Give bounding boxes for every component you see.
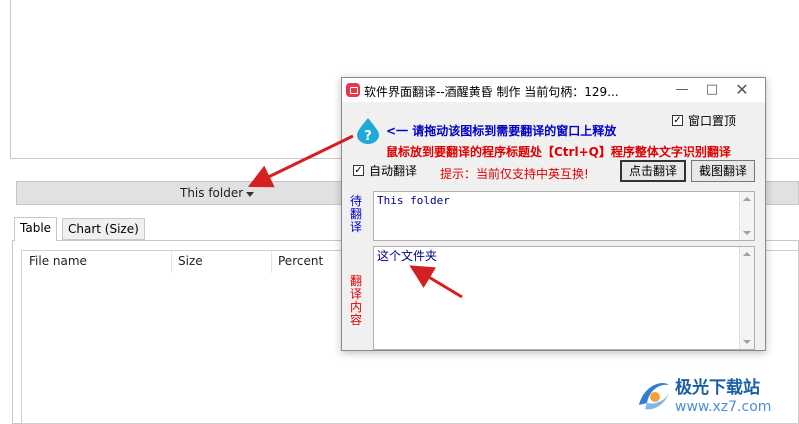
- language-tip: 提示：当前仅支持中英互换!: [440, 167, 589, 181]
- result-text-area[interactable]: 这个文件夹: [373, 246, 755, 350]
- tab-chart-size[interactable]: Chart (Size): [62, 218, 145, 240]
- source-scrollbar[interactable]: [739, 192, 754, 240]
- translator-window: 软件界面翻译--酒醒黄昏 制作 当前句柄：129... — □ ✕ ? <一 请…: [341, 77, 766, 351]
- column-header-file-name[interactable]: File name: [29, 254, 87, 268]
- maximize-button[interactable]: □: [697, 80, 727, 100]
- result-text-label: 翻译内容: [349, 274, 362, 327]
- auto-translate-checkbox[interactable]: ✓: [353, 165, 364, 176]
- column-header-percent[interactable]: Percent: [278, 254, 323, 268]
- watermark-logo-icon: [639, 383, 669, 410]
- column-header-size[interactable]: Size: [178, 254, 203, 268]
- svg-text:?: ?: [364, 129, 372, 144]
- translate-button[interactable]: 点击翻译: [620, 160, 686, 182]
- always-on-top-checkbox[interactable]: ✓: [672, 115, 683, 126]
- watermark: 极光下载站 www.xz7.com: [635, 371, 795, 421]
- screenshot-translate-button[interactable]: 截图翻译: [691, 160, 755, 182]
- drag-hint: <一 请拖动该图标到需要翻译的窗口上释放: [386, 124, 617, 138]
- drag-target-icon[interactable]: ?: [355, 116, 381, 144]
- tab-table[interactable]: Table: [14, 217, 58, 241]
- always-on-top-label[interactable]: 窗口置顶: [688, 112, 736, 129]
- source-text-area[interactable]: This folder: [373, 191, 755, 241]
- app-icon: [346, 83, 360, 97]
- watermark-url: www.xz7.com: [675, 399, 772, 415]
- caret-down-icon: [246, 192, 254, 197]
- watermark-name: 极光下载站: [675, 378, 760, 398]
- title-bar[interactable]: 软件界面翻译--酒醒黄昏 制作 当前句柄：129... — □ ✕: [342, 78, 765, 102]
- ctrl-q-hint: 鼠标放到要翻译的程序标题处【Ctrl+Q】程序整体文字识别翻译: [386, 145, 731, 159]
- minimize-button[interactable]: —: [667, 80, 697, 100]
- auto-translate-label[interactable]: 自动翻译: [369, 162, 417, 179]
- column-separator[interactable]: [171, 251, 172, 273]
- window-title: 软件界面翻译--酒醒黄昏 制作 当前句柄：129...: [364, 85, 619, 99]
- close-button[interactable]: ✕: [727, 80, 757, 100]
- result-text: 这个文件夹: [377, 249, 438, 263]
- column-separator[interactable]: [271, 251, 272, 273]
- folder-selector-label: This folder: [180, 186, 244, 200]
- source-text: This folder: [377, 194, 450, 207]
- result-scrollbar[interactable]: [739, 247, 754, 349]
- source-text-label: 待翻译: [349, 194, 362, 234]
